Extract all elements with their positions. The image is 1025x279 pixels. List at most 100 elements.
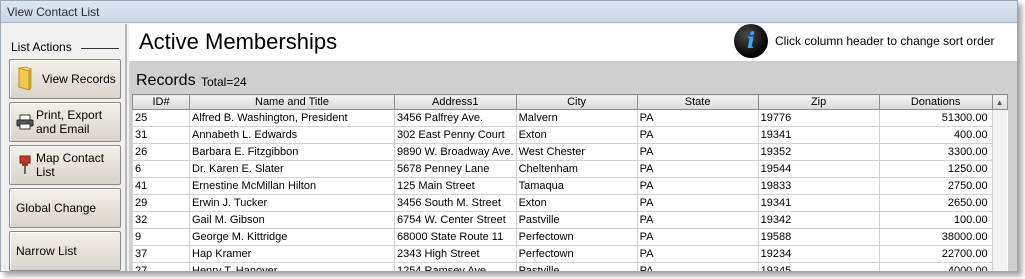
narrow-list-label: Narrow List	[16, 244, 77, 258]
column-header-id[interactable]: ID#	[132, 94, 190, 110]
cell-name: Hap Kramer	[189, 245, 395, 263]
cell-id: 41	[132, 177, 190, 195]
column-header-address1[interactable]: Address1	[394, 94, 517, 110]
cell-address1: 2343 High Street	[394, 245, 517, 263]
table-row[interactable]: 37 Hap Kramer 2343 High Street Perfectown PA…	[132, 245, 1008, 263]
cell-state: PA	[636, 211, 759, 229]
cell-zip: 19345	[757, 262, 880, 271]
vertical-scrollbar-track[interactable]	[991, 177, 1008, 195]
cell-name: Dr. Karen E. Slater	[189, 160, 395, 178]
cell-donations: 400.00	[878, 126, 993, 144]
cell-donations: 38000.00	[878, 228, 993, 246]
cell-donations: 2750.00	[878, 177, 993, 195]
cell-donations: 4000.00	[878, 262, 993, 271]
cell-name: Barbara E. Fitzgibbon	[189, 143, 395, 161]
cell-id: 27	[132, 262, 190, 271]
cell-donations: 51300.00	[878, 109, 993, 127]
table-row[interactable]: 32 Gail M. Gibson 6754 W. Center Street Pas…	[132, 211, 1008, 229]
cell-city: Exton	[515, 126, 638, 144]
cell-name: Erwin J. Tucker	[189, 194, 395, 212]
records-total: Total=24	[201, 75, 247, 89]
cell-zip: 19352	[757, 143, 880, 161]
vertical-scrollbar-track[interactable]	[991, 109, 1008, 127]
pushpin-icon	[14, 155, 36, 175]
cell-city: Perfectown	[515, 228, 638, 246]
column-header-state[interactable]: State	[636, 94, 759, 110]
cell-state: PA	[636, 177, 759, 195]
table-row[interactable]: 41 Ernestine McMillan Hilton 125 Main Stre…	[132, 177, 1008, 195]
view-records-button[interactable]: View Records	[9, 59, 121, 99]
cell-state: PA	[636, 109, 759, 127]
print-export-email-button[interactable]: Print, Export and Email	[9, 102, 121, 142]
cell-city: Tamaqua	[515, 177, 638, 195]
page-title: Active Memberships	[139, 29, 338, 54]
cell-donations: 100.00	[878, 211, 993, 229]
map-contact-list-label: Map Contact List	[36, 151, 105, 179]
cell-state: PA	[636, 160, 759, 178]
cell-state: PA	[636, 143, 759, 161]
folder-icon	[14, 66, 36, 92]
cell-address1: 125 Main Street	[394, 177, 517, 195]
cell-name: Henry T. Hanover	[189, 262, 395, 271]
cell-address1: 3456 Palfrey Ave.	[394, 109, 517, 127]
cell-id: 26	[132, 143, 190, 161]
global-change-label: Global Change	[16, 201, 97, 215]
vertical-scrollbar-track[interactable]	[991, 194, 1008, 212]
records-table-body: 25 Alfred B. Washington, President 3456 Pa…	[132, 109, 1008, 271]
cell-id: 9	[132, 228, 190, 246]
cell-donations: 1250.00	[878, 160, 993, 178]
table-row[interactable]: 26 Barbara E. Fitzgibbon 9890 W. Broadway …	[132, 143, 1008, 161]
cell-donations: 2650.00	[878, 194, 993, 212]
scroll-up-arrow-icon[interactable]: ▲	[991, 94, 1008, 110]
narrow-list-button[interactable]: Narrow List	[9, 231, 121, 271]
info-icon: i	[734, 24, 768, 58]
cell-id: 37	[132, 245, 190, 263]
cell-city: Pastville	[515, 211, 638, 229]
global-change-button[interactable]: Global Change	[9, 188, 121, 228]
table-row[interactable]: 27 Henry T. Hanover 1254 Ramsey Ave. Pastvi…	[132, 262, 1008, 271]
vertical-scrollbar-track[interactable]	[991, 126, 1008, 144]
cell-city: Exton	[515, 194, 638, 212]
cell-zip: 19588	[757, 228, 880, 246]
cell-address1: 1254 Ramsey Ave.	[394, 262, 517, 271]
table-row[interactable]: 6 Dr. Karen E. Slater 5678 Penney Lane Chel…	[132, 160, 1008, 178]
sort-hint: Click column header to change sort order	[775, 34, 995, 48]
vertical-scrollbar-track[interactable]	[991, 143, 1008, 161]
records-label: Records	[136, 72, 196, 89]
table-row[interactable]: 25 Alfred B. Washington, President 3456 Pa…	[132, 109, 1008, 127]
vertical-scrollbar-track[interactable]	[991, 228, 1008, 246]
cell-state: PA	[636, 262, 759, 271]
table-header-row: ID# Name and Title Address1 City State Z…	[132, 94, 1008, 110]
cell-donations: 22700.00	[878, 245, 993, 263]
cell-address1: 302 East Penny Court	[394, 126, 517, 144]
cell-city: Pastville	[515, 262, 638, 271]
cell-name: Ernestine McMillan Hilton	[189, 177, 395, 195]
table-row[interactable]: 31 Annabeth L. Edwards 302 East Penny Cour…	[132, 126, 1008, 144]
cell-id: 25	[132, 109, 190, 127]
vertical-scrollbar-track[interactable]	[991, 245, 1008, 263]
cell-name: Annabeth L. Edwards	[189, 126, 395, 144]
cell-address1: 9890 W. Broadway Ave.	[394, 143, 517, 161]
cell-address1: 3456 South M. Street	[394, 194, 517, 212]
cell-state: PA	[636, 245, 759, 263]
main-panel: Active Memberships i Click column header…	[129, 24, 1017, 271]
column-header-city[interactable]: City	[515, 94, 638, 110]
cell-zip: 19544	[757, 160, 880, 178]
vertical-scrollbar-track[interactable]	[991, 160, 1008, 178]
cell-city: Malvern	[515, 109, 638, 127]
column-header-zip[interactable]: Zip	[757, 94, 880, 110]
vertical-scrollbar-track[interactable]	[991, 262, 1008, 271]
printer-icon	[14, 114, 36, 130]
sidebar-header: List Actions	[11, 40, 72, 54]
column-header-donations[interactable]: Donations	[878, 94, 993, 110]
cell-state: PA	[636, 228, 759, 246]
table-row[interactable]: 9 George M. Kittridge 68000 State Route 11…	[132, 228, 1008, 246]
cell-name: George M. Kittridge	[189, 228, 395, 246]
cell-name: Alfred B. Washington, President	[189, 109, 395, 127]
column-header-name[interactable]: Name and Title	[189, 94, 395, 110]
table-row[interactable]: 29 Erwin J. Tucker 3456 South M. Street Ext…	[132, 194, 1008, 212]
vertical-scrollbar-track[interactable]	[991, 211, 1008, 229]
view-contact-list-window: View Contact List List Actions View Reco…	[0, 0, 1018, 272]
cell-city: Perfectown	[515, 245, 638, 263]
map-contact-list-button[interactable]: Map Contact List	[9, 145, 121, 185]
